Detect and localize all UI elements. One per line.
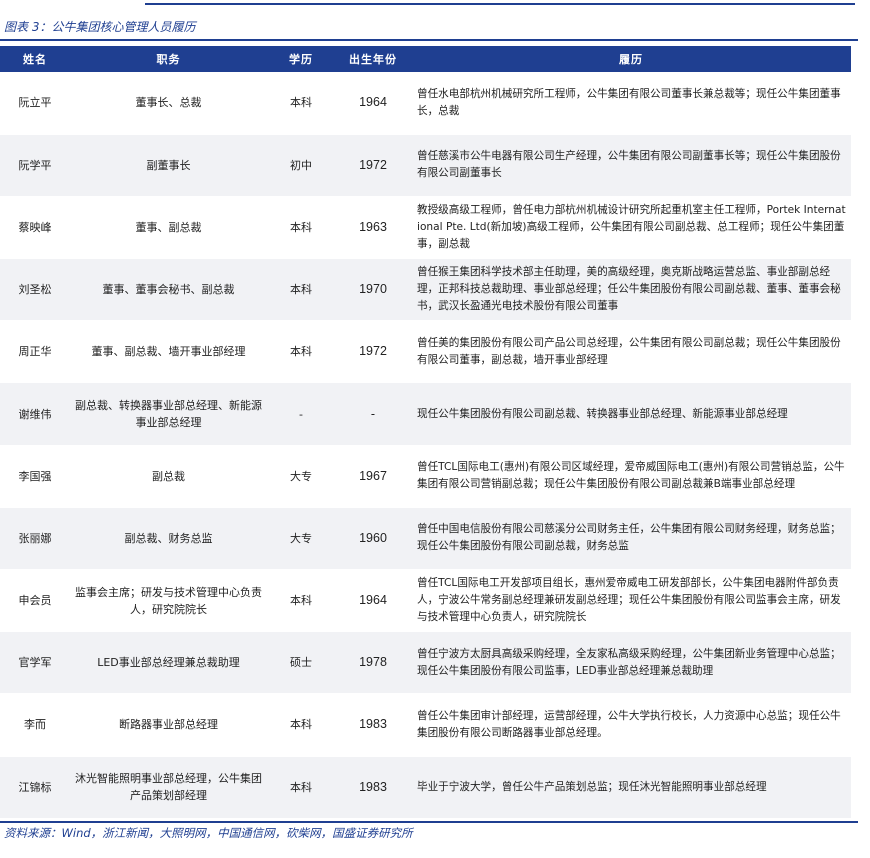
table-header: 姓名 职务 学历 出生年份 履历 (0, 46, 851, 72)
cell-birth-year: 1978 (335, 631, 411, 694)
cell-education: 本科 (290, 96, 312, 110)
cell-resume: 曾任慈溪市公牛电器有限公司生产经理，公牛集团有限公司副董事长等；现任公牛集团股份… (411, 133, 851, 197)
cell-name: 江锦标 (0, 755, 70, 819)
cell-education: 本科 (267, 693, 335, 757)
header-education: 学历 (289, 53, 313, 66)
cell-birth-year: - (335, 382, 411, 446)
header-birth-year: 出生年份 (349, 53, 397, 66)
table-row: 申会员 监事会主席；研发与技术管理中心负责人，研究院院长 本科 1964 曾任TCL国际… (0, 568, 851, 632)
cell-education: 本科 (267, 258, 335, 321)
table-row: 蔡映峰 董事、副总裁 本科 1963 教授级高级工程师，曾任电力部杭州机械设计研究所起重… (0, 195, 851, 259)
cell-education: - (267, 382, 335, 446)
table-row: 阮立平 董事长、总裁 本科 1964 曾任水电部杭州机械研究所工程师，公牛集团有限公司董… (0, 72, 851, 134)
cell-name: 李国强 (0, 444, 70, 508)
figure-title: 图表 3：公牛集团核心管理人员履历 (4, 20, 196, 34)
cell-position: 董事、董事会秘书、副总裁 (70, 258, 267, 321)
cell-resume: 教授级高级工程师，曾任电力部杭州机械设计研究所起重机室主任工程师，Portek … (411, 195, 851, 259)
cell-birth-year: 1983 (335, 693, 411, 757)
table-body: 阮立平 董事长、总裁 本科 1964 曾任水电部杭州机械研究所工程师，公牛集团有限公司董… (0, 72, 851, 819)
cell-position: 董事、副总裁、墙开事业部经理 (70, 320, 267, 383)
table-row: 李而 断路器事业部总经理 本科 1983 曾任公牛集团审计部经理，运营部经理，公牛大学执… (0, 693, 851, 757)
cell-education: 本科 (267, 755, 335, 819)
cell-education: 本科 (267, 568, 335, 632)
cell-resume: 毕业于宁波大学，曾任公牛产品策划总监；现任沐光智能照明事业部总经理 (411, 755, 851, 819)
cell-birth-year: 1964 (359, 95, 387, 110)
header-resume: 履历 (619, 53, 643, 66)
cell-position: 副董事长 (70, 133, 267, 197)
cell-birth-year: 1972 (335, 133, 411, 197)
cell-name: 李而 (0, 693, 70, 757)
cell-birth-year: 1972 (335, 320, 411, 383)
cell-resume: 曾任公牛集团审计部经理，运营部经理，公牛大学执行校长，人力资源中心总监；现任公牛… (411, 693, 851, 757)
table-row: 谢维伟 副总裁、转换器事业部总经理、新能源事业部总经理 - - 现任公牛集团股份有限公司… (0, 382, 851, 446)
cell-education: 大专 (267, 506, 335, 570)
cell-name: 蔡映峰 (0, 195, 70, 259)
cell-birth-year: 1983 (335, 755, 411, 819)
table-row: 官学军 LED事业部总经理兼总裁助理 硕士 1978 曾任宁波方太厨具高级采购经理，全友… (0, 631, 851, 694)
cell-position: LED事业部总经理兼总裁助理 (70, 631, 267, 694)
header-name: 姓名 (23, 53, 47, 66)
source-note: 资料来源：Wind，浙江新闻，大照明网，中国通信网，砍柴网，国盛证券研究所 (4, 826, 413, 840)
table-row: 阮学平 副董事长 初中 1972 曾任慈溪市公牛电器有限公司生产经理，公牛集团有限公司副… (0, 133, 851, 197)
management-table: 姓名 职务 学历 出生年份 履历 阮立平 董事长、总裁 本科 1964 曾任水电部杭州机… (0, 46, 851, 819)
table-row: 周正华 董事、副总裁、墙开事业部经理 本科 1972 曾任美的集团股份有限公司产品公司总… (0, 320, 851, 383)
table-row: 李国强 副总裁 大专 1967 曾任TCL国际电工(惠州)有限公司区域经理，爱帝威国际电… (0, 444, 851, 508)
bottom-rule (0, 821, 858, 823)
table-row: 张丽娜 副总裁、财务总监 大专 1960 曾任中国电信股份有限公司慈溪分公司财务主任，公… (0, 506, 851, 570)
cell-education: 大专 (267, 444, 335, 508)
cell-position: 董事长、总裁 (135, 96, 202, 110)
cell-position: 监事会主席；研发与技术管理中心负责人，研究院院长 (70, 568, 267, 632)
cell-birth-year: 1967 (335, 444, 411, 508)
cell-resume: 曾任中国电信股份有限公司慈溪分公司财务主任，公牛集团有限公司财务经理，财务总监；… (411, 506, 851, 570)
cell-name: 申会员 (0, 568, 70, 632)
cell-education: 硕士 (267, 631, 335, 694)
cell-resume: 曾任TCL国际电工开发部项目组长，惠州爱帝威电工研发部部长，公牛集团电器附件部负… (411, 568, 851, 632)
cell-birth-year: 1963 (335, 195, 411, 259)
cell-name: 阮立平 (18, 96, 52, 110)
cell-position: 副总裁、财务总监 (70, 506, 267, 570)
cell-position: 沐光智能照明事业部总经理，公牛集团产品策划部经理 (70, 755, 267, 819)
cell-birth-year: 1964 (335, 568, 411, 632)
title-rule (0, 39, 858, 41)
top-rule (145, 3, 855, 5)
cell-name: 谢维伟 (0, 382, 70, 446)
cell-name: 刘圣松 (0, 258, 70, 321)
cell-birth-year: 1970 (335, 258, 411, 321)
cell-resume: 曾任宁波方太厨具高级采购经理，全友家私高级采购经理，公牛集团新业务管理中心总监；… (411, 631, 851, 694)
header-row: 姓名 职务 学历 出生年份 履历 (0, 46, 851, 72)
cell-education: 本科 (267, 195, 335, 259)
cell-birth-year: 1960 (335, 506, 411, 570)
cell-resume: 曾任水电部杭州机械研究所工程师，公牛集团有限公司董事长兼总裁等；现任公牛集团董事… (417, 87, 841, 117)
table-row: 刘圣松 董事、董事会秘书、副总裁 本科 1970 曾任猴王集团科学技术部主任助理，美的高… (0, 258, 851, 321)
cell-resume: 曾任猴王集团科学技术部主任助理，美的高级经理，奥克斯战略运营总监、事业部副总经理… (411, 258, 851, 321)
cell-position: 副总裁 (70, 444, 267, 508)
cell-resume: 曾任美的集团股份有限公司产品公司总经理，公牛集团有限公司副总裁；现任公牛集团股份… (411, 320, 851, 383)
cell-name: 官学军 (0, 631, 70, 694)
cell-resume: 现任公牛集团股份有限公司副总裁、转换器事业部总经理、新能源事业部总经理 (411, 382, 851, 446)
cell-position: 副总裁、转换器事业部总经理、新能源事业部总经理 (70, 382, 267, 446)
cell-education: 本科 (267, 320, 335, 383)
cell-resume: 曾任TCL国际电工(惠州)有限公司区域经理，爱帝威国际电工(惠州)有限公司营销总… (411, 444, 851, 508)
cell-position: 断路器事业部总经理 (70, 693, 267, 757)
cell-name: 周正华 (0, 320, 70, 383)
cell-position: 董事、副总裁 (70, 195, 267, 259)
header-position: 职务 (156, 53, 181, 66)
cell-education: 初中 (267, 133, 335, 197)
table-row: 江锦标 沐光智能照明事业部总经理，公牛集团产品策划部经理 本科 1983 毕业于宁波大学… (0, 755, 851, 819)
cell-name: 张丽娜 (0, 506, 70, 570)
cell-name: 阮学平 (0, 133, 70, 197)
